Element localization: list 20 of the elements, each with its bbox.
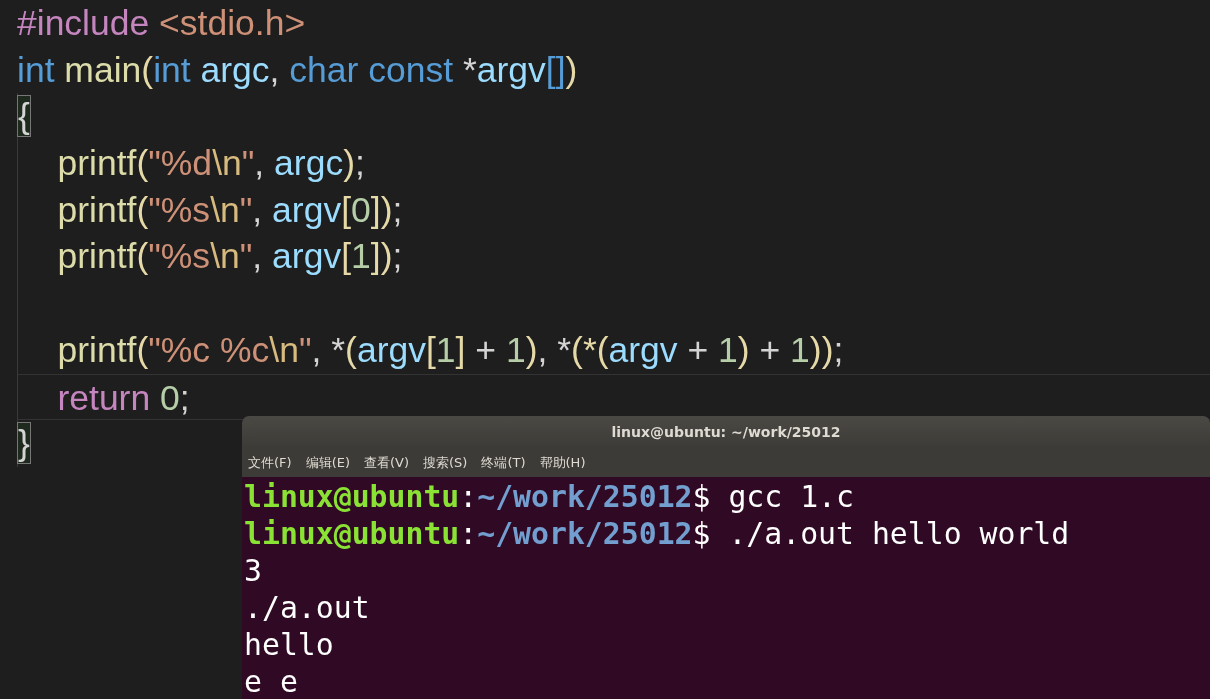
prompt-line: linux@ubuntu:~/work/25012$ ./a.out hello world — [244, 516, 1070, 551]
code-line: printf("%s\n", argv[0]); — [56, 188, 403, 232]
code-line: return 0; — [56, 376, 190, 420]
menu-item[interactable]: 搜索(S) — [423, 453, 468, 472]
window-title: linux@ubuntu: ~/work/25012 — [611, 424, 841, 440]
code-line: printf("%s\n", argv[1]); — [56, 235, 403, 279]
output-line: hello — [244, 627, 334, 662]
output-line: e e — [244, 664, 298, 699]
code-line: printf("%c %c\n", *(argv[1] + 1), *(*(argv + 1) + 1)); — [56, 328, 844, 372]
output-line: 3 — [244, 553, 262, 588]
menu-item[interactable]: 编辑(E) — [305, 453, 350, 472]
code-line: #include <stdio.h> — [17, 2, 306, 45]
output-line: ./a.out — [244, 590, 370, 625]
prompt-line: linux@ubuntu:~/work/25012$ gcc 1.c — [244, 479, 854, 514]
code-line: int main(int argc, char const *argv[]) — [17, 48, 578, 92]
menu-item[interactable]: 文件(F) — [248, 453, 292, 472]
code-line: printf("%d\n", argc); — [56, 142, 365, 186]
menu-item[interactable]: 查看(V) — [364, 453, 410, 472]
menu-item[interactable]: 终端(T) — [481, 453, 526, 472]
menu-item[interactable]: 帮助(H) — [539, 453, 586, 472]
